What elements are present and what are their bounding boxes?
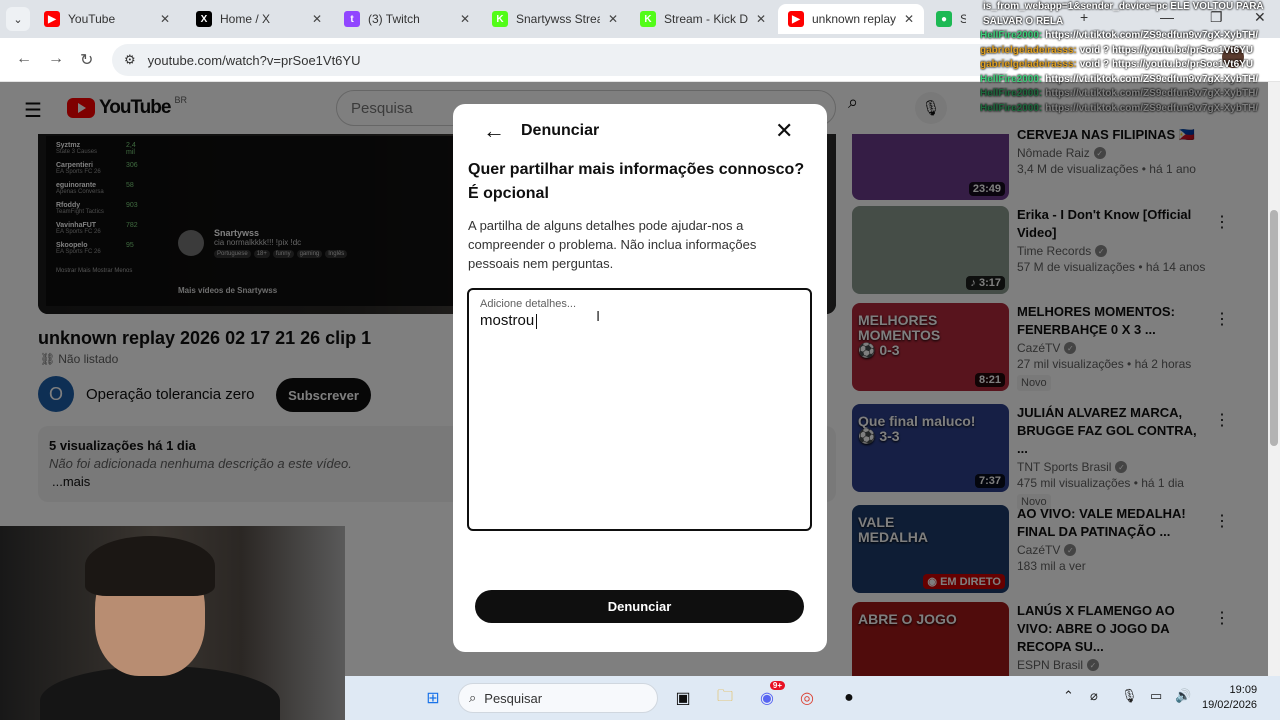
back-icon[interactable]: ← — [16, 50, 32, 68]
browser-tab[interactable]: ● Spotify — [926, 4, 976, 34]
browser-tab[interactable]: ▶ YouTube ✕ — [34, 4, 180, 34]
obs-icon[interactable]: ● — [835, 684, 863, 712]
browser-tab[interactable]: K Snartywss Stream ✕ — [482, 4, 628, 34]
browser-tab[interactable]: t (3) Twitch ✕ — [334, 4, 480, 34]
text-cursor-icon: I — [596, 308, 601, 325]
tab-close-icon[interactable]: ✕ — [904, 12, 914, 26]
scrollbar-thumb[interactable] — [1270, 210, 1278, 446]
chrome-icon[interactable]: ◎ — [793, 684, 821, 712]
tab-favicon-icon: ▶ — [788, 11, 804, 27]
tab-favicon-icon: K — [492, 11, 508, 27]
volume-icon[interactable]: 🔊 — [1175, 688, 1191, 704]
tab-close-icon[interactable]: ✕ — [756, 12, 766, 26]
show-hidden-icons-icon[interactable]: ⌃ — [1063, 688, 1074, 704]
webcam-overlay — [0, 526, 345, 720]
search-icon: ⌕ — [469, 690, 477, 705]
address-bar[interactable]: ⚙ youtube.com/watch?v=prSoe1Vt6YU — [112, 44, 1012, 76]
tab-favicon-icon: ▶ — [44, 11, 60, 27]
tab-title: Home / X — [220, 12, 271, 26]
discord-icon[interactable]: ◉ 9+ — [753, 681, 785, 712]
microphone-icon[interactable]: 🎙 — [1121, 688, 1138, 704]
tab-search-button[interactable]: ⌄ — [6, 7, 30, 31]
text-caret — [536, 313, 538, 329]
details-label: Adicione detalhes... — [480, 298, 577, 310]
tab-close-icon[interactable]: ✕ — [608, 12, 618, 26]
chat-message: is_from_webapp=1&sender_device=pc ELE VO… — [980, 0, 1280, 15]
tab-title: unknown replay — [812, 12, 896, 26]
chat-username: HellFire2000: — [980, 30, 1043, 41]
tab-title: YouTube — [68, 12, 116, 26]
browser-tab[interactable]: K Stream - Kick De ✕ — [630, 4, 776, 34]
report-submit-button[interactable]: Denunciar — [475, 590, 804, 623]
taskbar-search[interactable]: ⌕ Pesquisar — [458, 683, 658, 713]
display-icon[interactable]: ▭ — [1150, 688, 1162, 704]
page-scrollbar[interactable] — [1268, 82, 1280, 676]
browser-tab[interactable]: X Home / X ✕ — [186, 4, 332, 34]
tab-close-icon[interactable]: ✕ — [460, 12, 470, 26]
tab-favicon-icon: t — [344, 11, 360, 27]
chat-text: is_from_webapp=1&sender_device=pc ELE VO… — [983, 1, 1264, 12]
tab-favicon-icon: X — [196, 11, 212, 27]
system-clock[interactable]: 19:09 19/02/2026 — [1202, 683, 1257, 713]
chat-username: gabrielgeladeirasss: — [980, 44, 1077, 56]
tab-favicon-icon: ● — [936, 11, 952, 27]
close-icon[interactable]: ✕ — [775, 118, 793, 144]
chat-message: gabrielgeladeirasss: void ? https://youtu… — [980, 44, 1280, 59]
taskbar-search-placeholder: Pesquisar — [484, 690, 543, 706]
file-explorer-icon[interactable]: 🗀 — [711, 684, 739, 712]
tab-title: (3) Twitch — [368, 12, 420, 26]
details-textarea[interactable]: Adicione detalhes... mostrou — [467, 288, 812, 531]
clock-time: 19:09 — [1229, 684, 1258, 696]
dialog-title: Denunciar — [521, 122, 600, 139]
dialog-question: Quer partilhar mais informações connosco… — [468, 161, 805, 202]
tab-close-icon[interactable]: ✕ — [160, 12, 170, 26]
address-url: youtube.com/watch?v=prSoe1Vt6YU — [147, 52, 361, 68]
chat-text: SALVAR O RELA — [983, 15, 1064, 27]
tab-title: Stream - Kick De — [664, 12, 748, 26]
clock-date: 19/02/2026 — [1202, 699, 1258, 711]
discord-badge: 9+ — [769, 681, 785, 690]
tab-favicon-icon: K — [640, 11, 656, 27]
windows-taskbar: ⊞ ⌕ Pesquisar ▣ 🗀 ◉ 9+ ◎ ● ⌃ ⌀ 🎙 ▭ 🔊 19:0… — [345, 676, 1280, 720]
tab-title: Spotify — [960, 12, 966, 26]
chat-message: SALVAR O RELA — [980, 15, 1280, 30]
webcam-person-hair — [85, 536, 215, 596]
tab-close-icon[interactable]: ✕ — [312, 12, 322, 26]
chat-message: HellFire2000:https://vt.tiktok.com/ZS9ed… — [980, 29, 1280, 44]
task-view-icon[interactable]: ▣ — [669, 684, 697, 712]
chat-username: gabrielgeladeirasss: — [980, 59, 1077, 70]
site-info-icon[interactable]: ⚙ — [124, 52, 136, 68]
network-icon[interactable]: ⌀ — [1090, 688, 1098, 704]
reload-icon[interactable]: ↻ — [80, 50, 93, 70]
chat-text: void ? https://youtu.be/prSoe1Vt6YU — [1079, 44, 1254, 56]
chat-message: gabrielgeladeirasss: void ? https://youtu… — [980, 58, 1280, 73]
chat-text: void ? https://youtu.be/prSoe1Vt6YU — [1079, 59, 1254, 70]
back-arrow-icon[interactable]: ← — [483, 118, 505, 144]
forward-icon[interactable]: → — [48, 50, 64, 68]
chat-text: https://vt.tiktok.com/ZS9edfun9w7gX-XybT… — [1045, 30, 1259, 41]
details-value: mostrou — [480, 312, 535, 329]
windows-start-icon[interactable]: ⊞ — [419, 684, 447, 712]
tab-title: Snartywss Stream — [516, 12, 600, 26]
dialog-help-text: A partilha de alguns detalhes pode ajuda… — [468, 218, 757, 271]
browser-tab[interactable]: ▶ unknown replay ✕ — [778, 4, 924, 34]
report-dialog: ← Denunciar ✕ Quer partilhar mais inform… — [453, 104, 827, 652]
